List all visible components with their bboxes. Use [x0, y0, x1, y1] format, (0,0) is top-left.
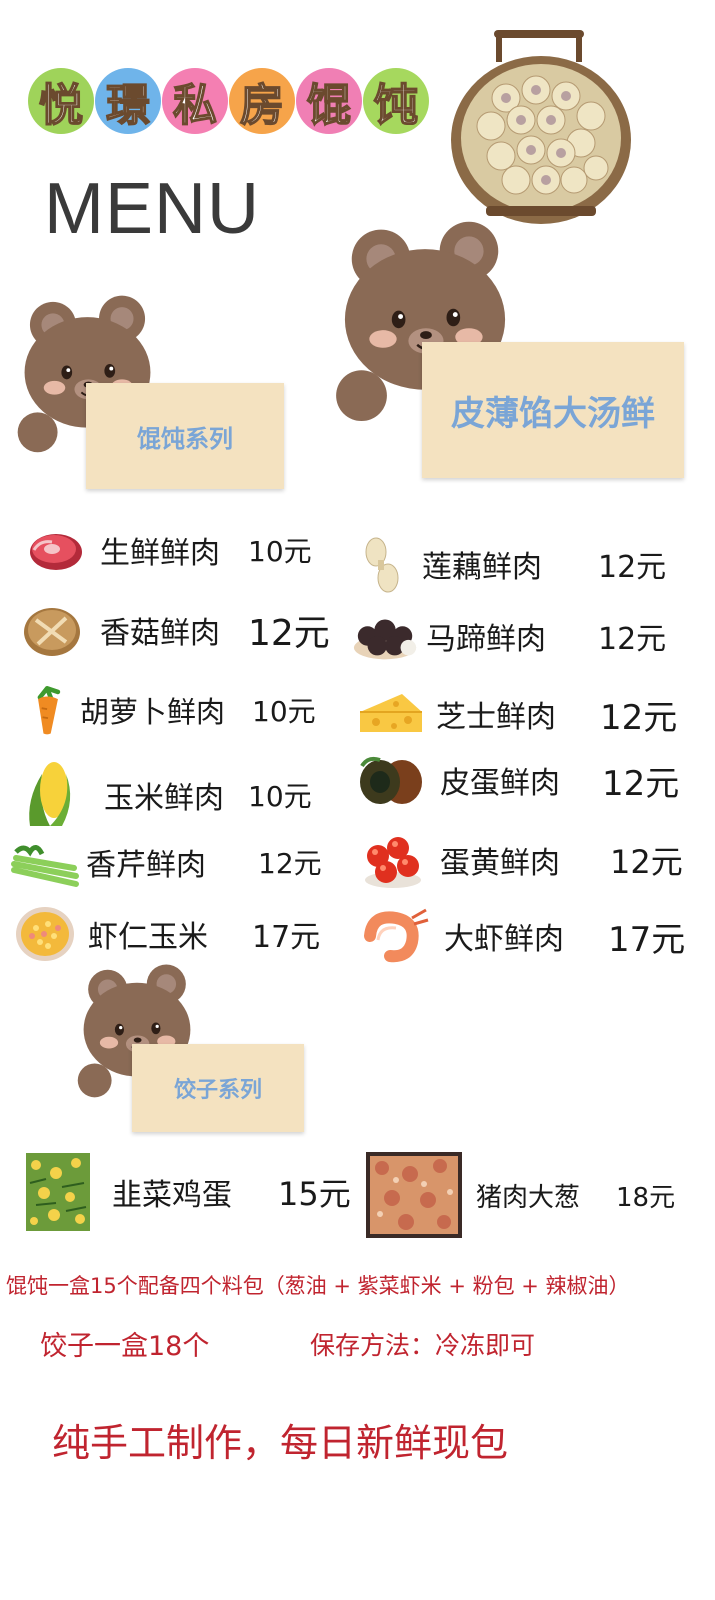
item-name: 猪肉大葱 — [476, 1182, 581, 1213]
menu-item: 大虾鲜肉 17元 — [360, 906, 692, 966]
item-name: 生鲜鲜肉 — [100, 536, 220, 571]
item-name: 香菇鲜肉 — [100, 616, 220, 651]
item-price: 12元 — [248, 613, 330, 654]
wonton-series-label: 馄饨系列 — [86, 383, 284, 489]
item-price: 17元 — [608, 919, 686, 960]
celery-icon — [11, 845, 79, 887]
corn-icon — [29, 762, 71, 826]
tagline-card: 皮薄馅大汤鲜 — [422, 342, 684, 478]
chive-egg-filling-icon — [26, 1153, 90, 1231]
menu-item: 猪肉大葱 18元 — [366, 1152, 692, 1238]
shop-title: 悦 璟 私 房 馄 饨 — [28, 68, 430, 156]
title-char: 房 — [229, 68, 295, 134]
item-price: 12元 — [600, 697, 678, 738]
menu-heading: MENU — [44, 169, 260, 249]
wonton-basket-image — [451, 30, 631, 224]
menu-item: 香菇鲜肉 12元 — [20, 602, 350, 658]
carrot-icon — [37, 686, 61, 735]
menu-item: 生鲜鲜肉 10元 — [20, 522, 350, 578]
cheese-icon — [360, 694, 422, 732]
menu-item: 韭菜鸡蛋 15元 — [26, 1152, 366, 1232]
raw-meat-icon — [30, 534, 82, 570]
menu-item: 芝士鲜肉 12元 — [356, 686, 692, 742]
pork-scallion-filling-icon — [366, 1152, 462, 1238]
menu-item: 马蹄鲜肉 12元 — [352, 608, 692, 664]
menu-item: 虾仁玉米 17元 — [14, 904, 350, 964]
item-price: 12元 — [610, 843, 683, 881]
menu-item: 胡萝卜鲜肉 10元 — [20, 682, 350, 738]
title-char: 馄 — [296, 68, 362, 134]
item-price: 18元 — [616, 1182, 676, 1213]
item-name: 香芹鲜肉 — [86, 848, 206, 883]
item-price: 12元 — [602, 763, 680, 804]
item-name: 马蹄鲜肉 — [426, 622, 546, 657]
item-price: 10元 — [248, 535, 312, 568]
shrimp-corn-icon — [16, 907, 74, 961]
shrimp-icon — [364, 908, 429, 963]
item-price: 12元 — [258, 847, 322, 880]
item-name: 皮蛋鲜肉 — [440, 766, 560, 801]
menu-item: 蛋黄鲜肉 12元 — [362, 830, 692, 890]
item-price: 10元 — [252, 695, 316, 728]
menu-item: 香芹鲜肉 12元 — [10, 834, 350, 890]
wonton-box-note: 馄饨一盒15个配备四个料包（葱油 + 紫菜虾米 + 粉包 + 辣椒油） — [6, 1274, 630, 1298]
item-price: 17元 — [252, 920, 321, 955]
item-name: 韭菜鸡蛋 — [112, 1178, 232, 1213]
title-char: 饨 — [363, 68, 429, 134]
menu-item: 皮蛋鲜肉 12元 — [356, 752, 692, 808]
item-name: 莲藕鲜肉 — [422, 550, 542, 585]
item-name: 虾仁玉米 — [88, 920, 208, 955]
menu-item: 莲藕鲜肉 12元 — [352, 534, 692, 594]
menu-item: 玉米鲜肉 10元 — [20, 760, 350, 830]
dumpling-series-label: 饺子系列 — [132, 1044, 304, 1132]
century-egg-icon — [360, 756, 422, 804]
item-price: 12元 — [598, 550, 667, 585]
title-char: 悦 — [28, 68, 94, 134]
dumpling-box-note: 饺子一盒18个 — [40, 1331, 210, 1362]
item-name: 胡萝卜鲜肉 — [80, 695, 226, 729]
item-price: 15元 — [278, 1175, 351, 1213]
title-char: 璟 — [95, 68, 161, 134]
title-char: 私 — [162, 68, 228, 134]
item-price: 12元 — [598, 622, 667, 657]
item-name: 大虾鲜肉 — [444, 922, 564, 957]
lotus-root-icon — [365, 537, 399, 593]
egg-yolk-icon — [365, 837, 421, 888]
item-price: 10元 — [248, 780, 312, 813]
item-name: 芝士鲜肉 — [436, 700, 556, 735]
slogan: 纯手工制作，每日新鲜现包 — [52, 1421, 509, 1465]
item-name: 蛋黄鲜肉 — [440, 846, 560, 881]
mushroom-icon — [24, 608, 80, 656]
item-name: 玉米鲜肉 — [104, 781, 224, 816]
water-chestnut-icon — [353, 619, 417, 660]
storage-note: 保存方法：冷冻即可 — [310, 1331, 536, 1360]
